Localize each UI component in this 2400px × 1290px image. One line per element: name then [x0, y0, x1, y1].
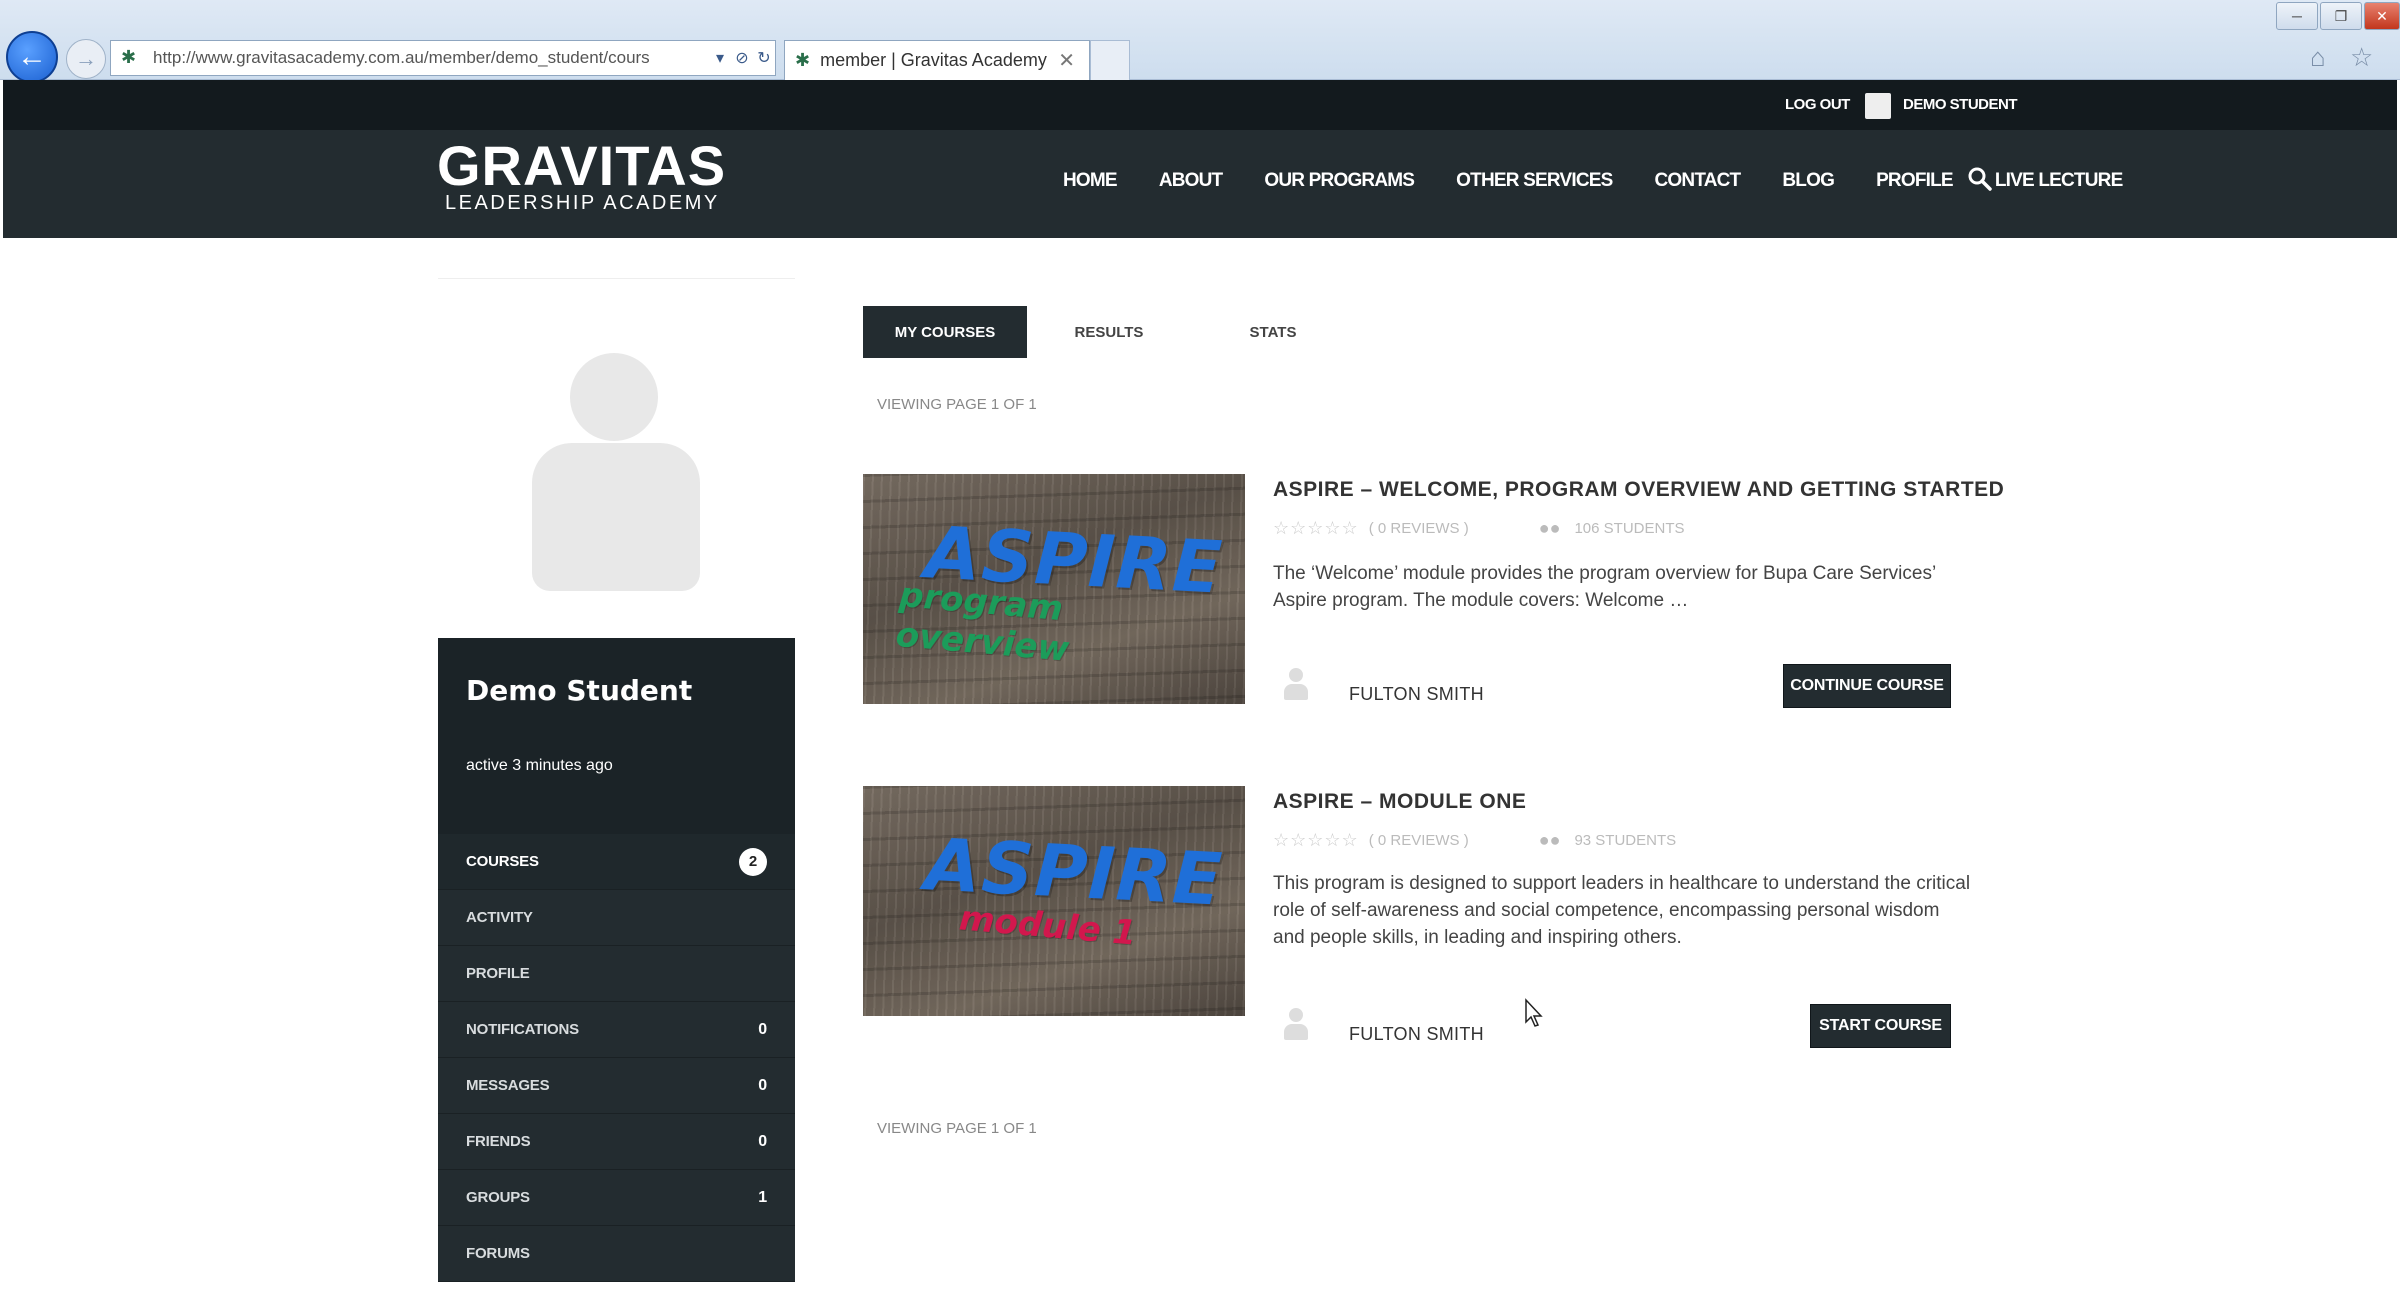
count-badge: 2 — [739, 847, 767, 876]
instructor-name[interactable]: FULTON SMITH — [1349, 684, 1484, 705]
course-thumbnail[interactable]: ASPIRE module 1 — [863, 786, 1245, 1016]
nav-profile[interactable]: PROFILE — [1876, 170, 1954, 192]
minimize-icon[interactable]: ─ — [2276, 2, 2318, 30]
tab-results[interactable]: RESULTS — [1027, 306, 1191, 358]
review-count: ( 0 REVIEWS ) — [1368, 520, 1469, 537]
course-title[interactable]: ASPIRE – WELCOME, PROGRAM OVERVIEW AND G… — [1273, 478, 2004, 502]
sidebar-item-label: COURSES — [466, 853, 539, 870]
student-count: 106 STUDENTS — [1574, 520, 1685, 537]
tab-my-courses[interactable]: MY COURSES — [863, 306, 1027, 358]
nav-our-programs[interactable]: OUR PROGRAMS — [1264, 170, 1415, 192]
course-thumbnail[interactable]: ASPIRE program overview — [863, 474, 1245, 704]
browser-tab[interactable]: ✱ member | Gravitas Academy ✕ — [784, 40, 1090, 80]
new-tab-button[interactable] — [1090, 40, 1130, 80]
nav-blog[interactable]: BLOG — [1782, 170, 1834, 192]
sidebar-item-activity[interactable]: ACTIVITY — [438, 890, 795, 946]
sidebar-item-label: ACTIVITY — [466, 909, 533, 926]
instructor-name[interactable]: FULTON SMITH — [1349, 1024, 1484, 1045]
tab-title: member | Gravitas Academy — [820, 50, 1047, 70]
last-active: active 3 minutes ago — [466, 757, 613, 774]
students-icon: ●● — [1538, 518, 1561, 538]
logo-sub-text: LEADERSHIP ACADEMY — [445, 192, 720, 214]
review-count: ( 0 REVIEWS ) — [1368, 832, 1469, 849]
profile-sidebar: Demo Student active 3 minutes ago COURSE… — [438, 278, 795, 1282]
sidebar-item-label: GROUPS — [466, 1189, 530, 1206]
logout-link[interactable]: LOG OUT — [1785, 96, 1850, 113]
back-arrow-icon[interactable]: ← — [6, 31, 58, 83]
sidebar-item-profile[interactable]: PROFILE — [438, 946, 795, 1002]
rating-stars-icon: ☆☆☆☆☆ — [1273, 518, 1359, 538]
sidebar-item-groups[interactable]: GROUPS 1 — [438, 1170, 795, 1226]
continue-course-button[interactable]: CONTINUE COURSE — [1783, 664, 1951, 708]
main-nav: HOME ABOUT OUR PROGRAMS OTHER SERVICES C… — [1063, 170, 2164, 192]
nav-about[interactable]: ABOUT — [1159, 170, 1223, 192]
nav-live-lecture[interactable]: LIVE LECTURE — [1995, 170, 2123, 192]
course-description: This program is designed to support lead… — [1273, 873, 1971, 948]
student-count: 93 STUDENTS — [1574, 832, 1677, 849]
tab-favicon-icon: ✱ — [795, 50, 811, 70]
site-favicon-icon: ✱ — [121, 47, 137, 67]
home-icon[interactable]: ⌂ — [2310, 42, 2326, 73]
sidebar-item-label: MESSAGES — [466, 1077, 550, 1094]
count: 0 — [758, 1076, 767, 1094]
sidebar-item-forums[interactable]: FORUMS — [438, 1226, 795, 1282]
address-bar[interactable]: ✱ http://www.gravitasacademy.com.au/memb… — [110, 40, 776, 76]
course-meta: ☆☆☆☆☆ ( 0 REVIEWS ) ●● 93 STUDENTS — [1273, 830, 1676, 851]
start-course-button[interactable]: START COURSE — [1810, 1004, 1951, 1048]
restore-icon[interactable]: ❐ — [2320, 2, 2362, 30]
students-icon: ●● — [1538, 830, 1561, 850]
course-meta: ☆☆☆☆☆ ( 0 REVIEWS ) ●● 106 STUDENTS — [1273, 518, 1685, 539]
site-logo[interactable]: GRAVITAS LEADERSHIP ACADEMY — [437, 136, 726, 215]
course-description: The ‘Welcome’ module provides the progra… — [1273, 563, 1936, 611]
rating-stars-icon: ☆☆☆☆☆ — [1273, 830, 1359, 850]
sidebar-item-notifications[interactable]: NOTIFICATIONS 0 — [438, 1002, 795, 1058]
sidebar-item-label: FORUMS — [466, 1245, 530, 1262]
browser-chrome: ← → ✱ http://www.gravitasacademy.com.au/… — [0, 0, 2400, 83]
count: 1 — [758, 1188, 767, 1206]
refresh-icon[interactable]: ↻ — [753, 48, 775, 68]
sidebar-item-courses[interactable]: COURSES 2 — [438, 834, 795, 890]
site-header: GRAVITAS LEADERSHIP ACADEMY HOME ABOUT O… — [3, 130, 2397, 238]
close-tab-icon[interactable]: ✕ — [1058, 48, 1075, 73]
nav-home[interactable]: HOME — [1063, 170, 1118, 192]
dropdown-icon[interactable]: ▾ — [709, 48, 731, 68]
logo-main-text: GRAVITAS — [437, 134, 727, 197]
sidebar-item-messages[interactable]: MESSAGES 0 — [438, 1058, 795, 1114]
avatar-head — [570, 353, 658, 441]
course-title[interactable]: ASPIRE – MODULE ONE — [1273, 790, 1526, 814]
close-window-icon[interactable]: ✕ — [2364, 2, 2400, 30]
nav-contact[interactable]: CONTACT — [1655, 170, 1742, 192]
tab-stats[interactable]: STATS — [1191, 306, 1355, 358]
profile-name: Demo Student — [466, 674, 693, 707]
favorites-star-icon[interactable]: ☆ — [2350, 42, 2373, 73]
url-text[interactable]: http://www.gravitasacademy.com.au/member… — [153, 48, 709, 68]
stop-icon[interactable]: ⊘ — [731, 48, 753, 68]
sidebar-item-friends[interactable]: FRIENDS 0 — [438, 1114, 795, 1170]
forward-arrow-icon[interactable]: → — [66, 39, 106, 79]
count: 0 — [758, 1132, 767, 1150]
pagination-info-top: VIEWING PAGE 1 OF 1 — [877, 396, 1037, 413]
username-link[interactable]: DEMO STUDENT — [1903, 96, 2018, 113]
count: 0 — [758, 1020, 767, 1038]
avatar-body — [532, 443, 700, 591]
instructor-avatar — [1283, 668, 1309, 702]
profile-menu: COURSES 2 ACTIVITY PROFILE NOTIFICATIONS… — [438, 834, 795, 1282]
pagination-info-bottom: VIEWING PAGE 1 OF 1 — [877, 1120, 1037, 1137]
instructor-avatar — [1283, 1008, 1309, 1042]
sidebar-item-label: NOTIFICATIONS — [466, 1021, 579, 1038]
avatar — [438, 278, 795, 638]
sidebar-item-label: PROFILE — [466, 965, 530, 982]
user-topbar: LOG OUT DEMO STUDENT — [3, 80, 2397, 130]
course-tabs: MY COURSES RESULTS STATS — [863, 306, 1355, 358]
nav-other-services[interactable]: OTHER SERVICES — [1456, 170, 1613, 192]
user-avatar-small[interactable] — [1865, 93, 1891, 119]
profile-info: Demo Student active 3 minutes ago — [438, 638, 795, 834]
sidebar-item-label: FRIENDS — [466, 1133, 531, 1150]
search-icon[interactable] — [1967, 166, 1993, 192]
mouse-cursor-icon — [1525, 998, 1543, 1027]
